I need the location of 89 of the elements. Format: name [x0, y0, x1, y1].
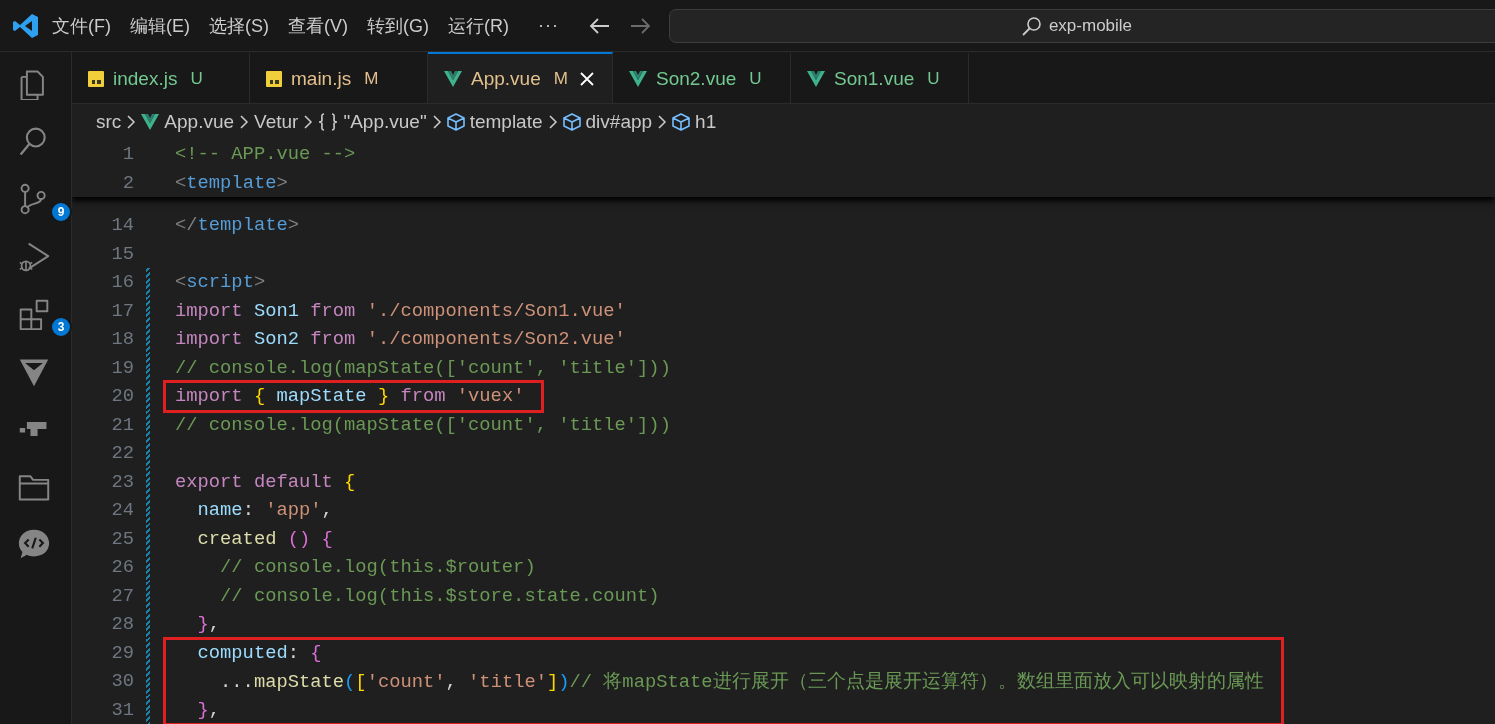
- line-number: 19: [110, 356, 134, 379]
- code-line: <!-- APP.vue -->: [175, 143, 356, 166]
- breadcrumb-item[interactable]: div#app: [585, 111, 653, 133]
- editor-tab[interactable]: App.vue M: [428, 52, 613, 103]
- more-menu-button[interactable]: ···: [538, 11, 559, 40]
- breadcrumb-item[interactable]: src: [96, 111, 122, 133]
- cube-icon: [562, 113, 581, 131]
- code-line: // console.log(mapState(['count', 'title'])): [175, 413, 671, 436]
- line-number: 17: [110, 299, 134, 322]
- vue-file-icon: [141, 113, 160, 131]
- breadcrumb-item[interactable]: App.vue: [164, 111, 235, 133]
- breadcrumb-item[interactable]: template: [469, 111, 543, 133]
- git-status: M: [364, 68, 379, 89]
- app-logo-icon: [13, 12, 39, 39]
- code-line: <script>: [175, 271, 266, 294]
- chat-icon[interactable]: [18, 528, 50, 560]
- chevron-icon: [657, 114, 668, 130]
- js-file-icon: [266, 70, 282, 87]
- menu-item[interactable]: 选择(S): [209, 9, 269, 42]
- back-arrow-icon[interactable]: [588, 16, 611, 35]
- menu-item[interactable]: 编辑(E): [130, 9, 190, 42]
- code-line: name: 'app',: [196, 499, 333, 522]
- line-number: 23: [110, 470, 134, 493]
- count-badge: 9: [50, 201, 72, 223]
- tab-label: Son2.vue: [656, 67, 737, 90]
- tab-label: Son1.vue: [834, 67, 915, 90]
- line-number: 14: [110, 214, 134, 237]
- menu-item[interactable]: 文件(F): [52, 9, 111, 42]
- chevron-icon: [431, 114, 442, 130]
- git-status: U: [190, 68, 203, 89]
- line-number: 26: [110, 556, 134, 579]
- chevron-icon: [239, 114, 250, 130]
- close-icon: [578, 70, 595, 87]
- line-number: 30: [110, 670, 134, 693]
- code-line: },: [196, 613, 221, 636]
- code-line: import Son2 from './components/Son2.vue': [175, 328, 626, 351]
- js-file-icon: [88, 70, 104, 87]
- line-number: 20: [110, 385, 134, 408]
- braces-icon: [318, 112, 339, 132]
- code-line: computed: {: [196, 641, 322, 664]
- tab-label: main.js: [291, 67, 352, 90]
- breadcrumb-item[interactable]: h1: [695, 111, 717, 133]
- count-badge: 3: [50, 316, 72, 338]
- tab-label: App.vue: [471, 67, 541, 90]
- menu-item[interactable]: 查看(V): [288, 9, 348, 42]
- extensions-icon[interactable]: [18, 298, 50, 330]
- breadcrumb-item[interactable]: Vetur: [254, 111, 299, 133]
- chevron-icon: [303, 114, 314, 130]
- code-line: // console.log(this.$router): [219, 556, 536, 579]
- code-line: import Son1 from './components/Son1.vue': [175, 299, 626, 322]
- code-line: },: [196, 698, 221, 721]
- cube-icon: [672, 113, 691, 131]
- line-number: 29: [110, 641, 134, 664]
- code-line: created () {: [196, 527, 333, 550]
- chevron-icon: [126, 114, 137, 130]
- line-number: 27: [110, 584, 134, 607]
- vue-file-icon: [629, 69, 647, 88]
- vue-file-icon: [807, 69, 825, 88]
- git-status: M: [553, 68, 568, 89]
- vue-file-icon: [444, 69, 462, 88]
- code-line: export default {: [175, 470, 356, 493]
- git-status: U: [749, 68, 762, 89]
- code-line: </template>: [175, 214, 299, 237]
- code-line: import { mapState } from 'vuex': [175, 385, 525, 408]
- line-number: 25: [110, 527, 134, 550]
- line-number: 28: [110, 613, 134, 636]
- line-number: 31: [110, 698, 134, 721]
- code-line: // console.log(this.$store.state.count): [219, 584, 660, 607]
- line-number: 22: [110, 442, 134, 465]
- line-number: 15: [110, 242, 134, 265]
- git-status: U: [927, 68, 940, 89]
- code-line: ...mapState(['count', 'title'])// 将mapState进行展开（三个点是展开运算符）。数组里面放入可以映射的属性: [219, 670, 1264, 695]
- line-number: 24: [110, 499, 134, 522]
- chevron-icon: [547, 114, 558, 130]
- menu-item[interactable]: 转到(G): [367, 9, 429, 42]
- search-icon: [1021, 15, 1042, 36]
- code-line: // console.log(mapState(['count', 'title'])): [175, 356, 671, 379]
- debug-icon[interactable]: [18, 240, 50, 273]
- line-number: 1: [121, 143, 134, 166]
- line-number: 18: [110, 328, 134, 351]
- search-field[interactable]: exp-mobile: [668, 8, 1495, 43]
- line-number: 2: [121, 171, 134, 194]
- code-line: <template>: [175, 171, 288, 194]
- breadcrumb-item[interactable]: "App.vue": [343, 111, 427, 133]
- cube-icon: [446, 113, 465, 131]
- tab-label: index.js: [113, 67, 178, 90]
- line-number: 21: [110, 413, 134, 436]
- menu-item[interactable]: 运行(R): [448, 9, 509, 42]
- line-number: 16: [110, 271, 134, 294]
